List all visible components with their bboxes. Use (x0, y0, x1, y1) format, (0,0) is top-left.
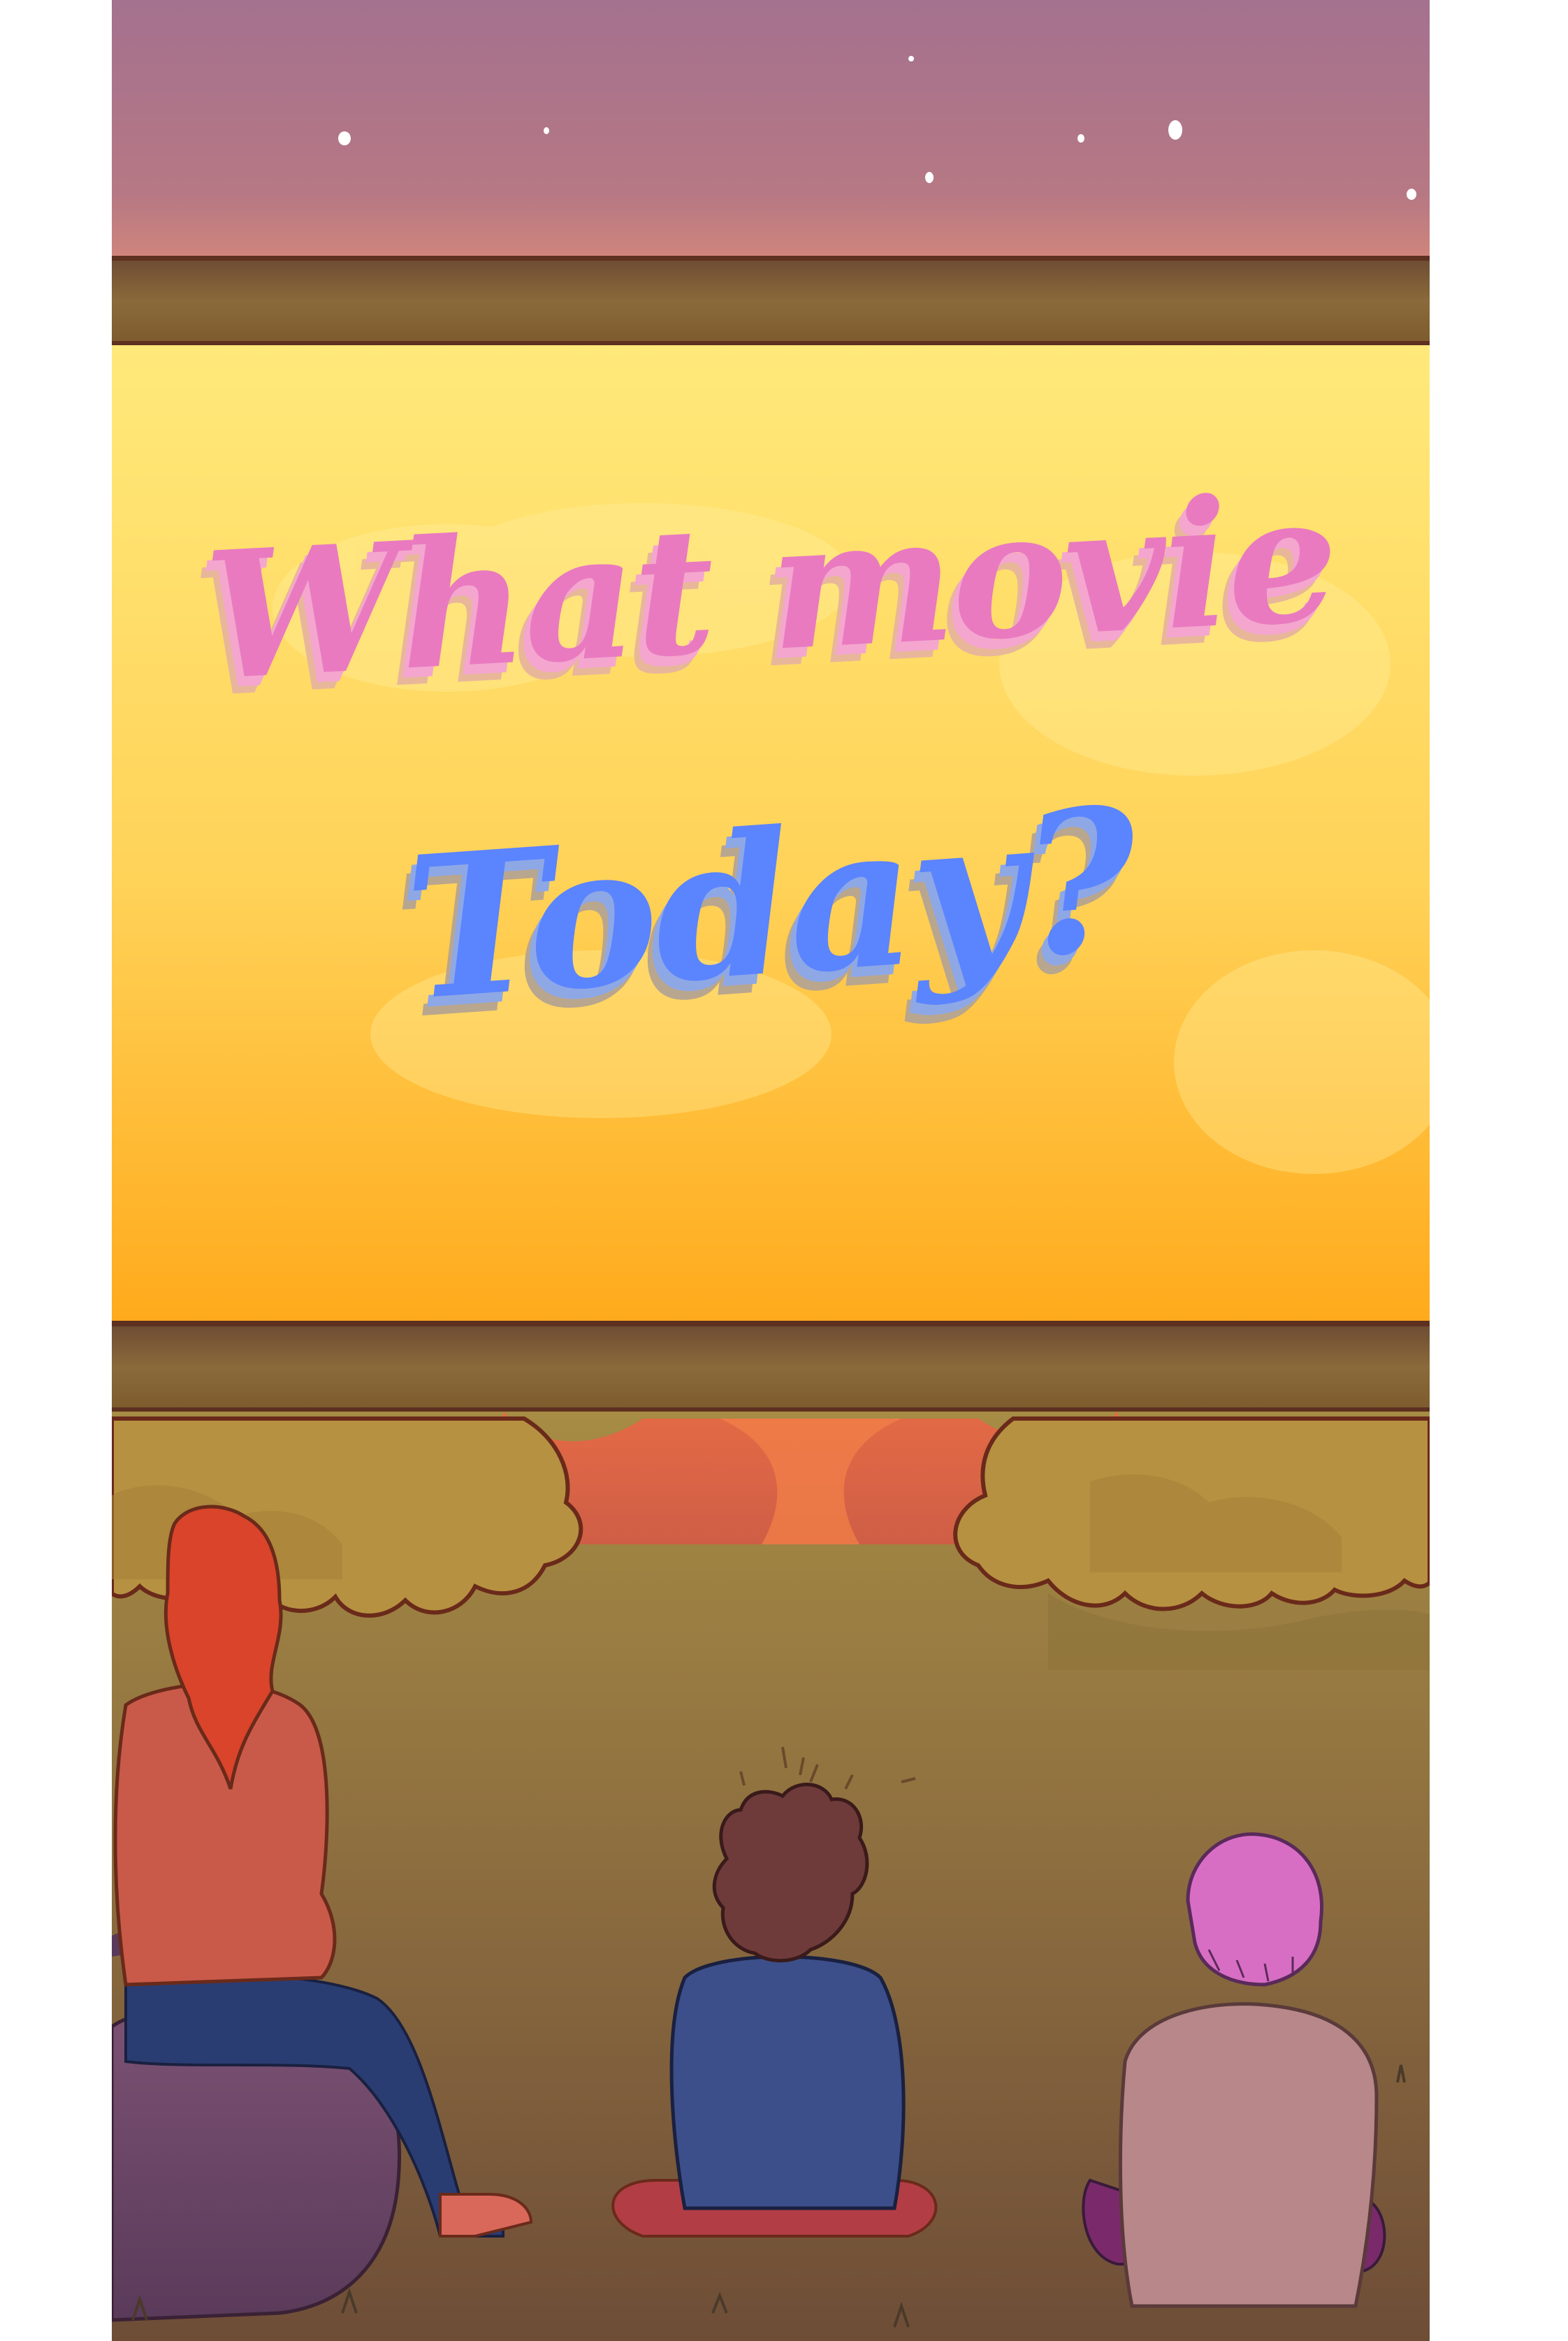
night-sky (112, 0, 1430, 259)
outdoor-cinema-illustration: What movie Today? (112, 0, 1430, 2341)
screen-frame-bottom (112, 1324, 1430, 1412)
scene-artwork (112, 0, 1430, 2341)
screen-frame-top (112, 257, 1430, 345)
